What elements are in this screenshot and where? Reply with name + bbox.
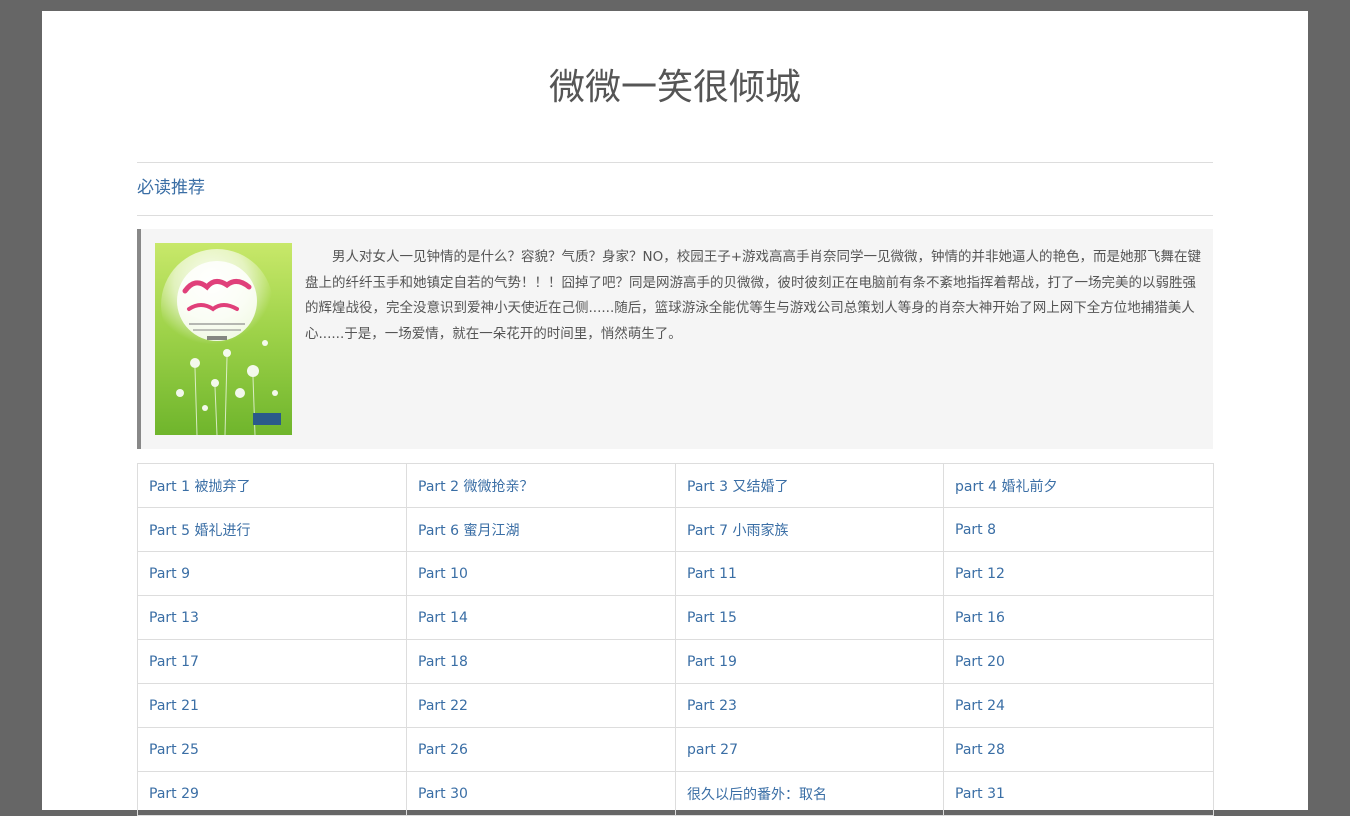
chapter-link[interactable]: Part 15 [687,610,737,626]
chapter-cell: Part 22 [406,683,676,728]
chapter-cell: Part 25 [137,727,407,772]
chapter-cell: Part 11 [675,551,944,596]
chapter-cell: Part 5 婚礼进行 [137,507,407,552]
chapter-link[interactable]: Part 23 [687,698,737,714]
page-title: 微微一笑很倾城 [548,67,801,108]
chapter-cell: Part 30 [406,771,676,816]
book-cover-image[interactable] [155,243,292,435]
chapter-link[interactable]: Part 30 [418,786,468,802]
chapter-link[interactable]: Part 6 蜜月江湖 [418,523,519,539]
chapter-cell: Part 14 [406,595,676,640]
book-synopsis: 男人对女人一见钟情的是什么？容貌？气质？身家？NO，校园王子+游戏高高手肖奈同学… [305,249,1202,342]
chapter-cell: Part 3 又结婚了 [675,463,944,508]
chapter-row: Part 29 Part 30 很久以后的番外：取名 Part 31 [137,771,1214,816]
chapter-cell: Part 13 [137,595,407,640]
chapter-link[interactable]: Part 8 [955,522,996,538]
chapter-cell: Part 23 [675,683,944,728]
chapter-cell: 很久以后的番外：取名 [675,771,944,816]
chapter-cell: Part 19 [675,639,944,684]
chapter-cell: Part 20 [943,639,1214,684]
chapter-cell: Part 21 [137,683,407,728]
chapter-link[interactable]: Part 5 婚礼进行 [149,523,250,539]
book-intro-panel: 男人对女人一见钟情的是什么？容貌？气质？身家？NO，校园王子+游戏高高手肖奈同学… [137,229,1213,449]
chapter-link[interactable]: Part 24 [955,698,1005,714]
chapter-link[interactable]: Part 19 [687,654,737,670]
chapter-link[interactable]: Part 17 [149,654,199,670]
chapter-cell: Part 9 [137,551,407,596]
chapter-cell: Part 28 [943,727,1214,772]
chapter-link[interactable]: Part 26 [418,742,468,758]
chapter-link[interactable]: Part 25 [149,742,199,758]
chapter-row: Part 1 被抛弃了 Part 2 微微抢亲？ Part 3 又结婚了 part 4… [137,463,1214,508]
chapter-link[interactable]: 很久以后的番外：取名 [687,787,827,803]
chapter-row: Part 5 婚礼进行 Part 6 蜜月江湖 Part 7 小雨家族 Part 8 [137,507,1214,552]
chapter-cell: Part 26 [406,727,676,772]
chapter-link[interactable]: Part 16 [955,610,1005,626]
chapter-cell: Part 2 微微抢亲？ [406,463,676,508]
chapter-cell: Part 31 [943,771,1214,816]
chapter-row: Part 9 Part 10 Part 11 Part 12 [137,551,1214,596]
chapter-link[interactable]: Part 3 又结婚了 [687,479,788,495]
page-container: 微微一笑很倾城 必读推荐 男人对女人一见钟情的是什么？容貌？气质？身家？NO，校… [42,11,1308,816]
chapter-row: Part 17 Part 18 Part 19 Part 20 [137,639,1214,684]
chapter-cell: Part 17 [137,639,407,684]
chapter-cell: Part 29 [137,771,407,816]
chapter-cell: Part 24 [943,683,1214,728]
chapter-cell: Part 10 [406,551,676,596]
chapter-cell: part 4 婚礼前夕 [943,463,1214,508]
chapter-cell: Part 8 [943,507,1214,552]
chapter-link[interactable]: Part 13 [149,610,199,626]
chapter-link[interactable]: part 27 [687,742,738,758]
chapter-cell: Part 6 蜜月江湖 [406,507,676,552]
chapter-link[interactable]: Part 31 [955,786,1005,802]
chapter-cell: part 27 [675,727,944,772]
chapter-cell: Part 7 小雨家族 [675,507,944,552]
chapter-link[interactable]: Part 7 小雨家族 [687,523,788,539]
chapter-link[interactable]: Part 20 [955,654,1005,670]
chapter-link[interactable]: Part 22 [418,698,468,714]
chapter-link[interactable]: part 4 婚礼前夕 [955,479,1058,495]
chapter-cell: Part 15 [675,595,944,640]
chapter-link[interactable]: Part 29 [149,786,199,802]
chapter-link[interactable]: Part 1 被抛弃了 [149,479,250,495]
chapter-cell: Part 16 [943,595,1214,640]
chapter-link[interactable]: Part 2 微微抢亲？ [418,479,533,495]
chapter-row: Part 25 Part 26 part 27 Part 28 [137,727,1214,772]
chapter-row: Part 21 Part 22 Part 23 Part 24 [137,683,1214,728]
chapter-cell: Part 18 [406,639,676,684]
chapter-link[interactable]: Part 10 [418,566,468,582]
chapter-cell: Part 12 [943,551,1214,596]
chapter-link[interactable]: Part 28 [955,742,1005,758]
chapter-link[interactable]: Part 12 [955,566,1005,582]
chapter-list: Part 1 被抛弃了 Part 2 微微抢亲？ Part 3 又结婚了 part 4… [137,463,1214,816]
chapter-row: Part 13 Part 14 Part 15 Part 16 [137,595,1214,640]
chapter-link[interactable]: Part 11 [687,566,737,582]
section-label-recommended[interactable]: 必读推荐 [137,177,205,199]
chapter-link[interactable]: Part 14 [418,610,468,626]
chapter-cell: Part 1 被抛弃了 [137,463,407,508]
section-header: 必读推荐 [137,162,1213,216]
chapter-link[interactable]: Part 21 [149,698,199,714]
chapter-link[interactable]: Part 18 [418,654,468,670]
chapter-link[interactable]: Part 9 [149,566,190,582]
